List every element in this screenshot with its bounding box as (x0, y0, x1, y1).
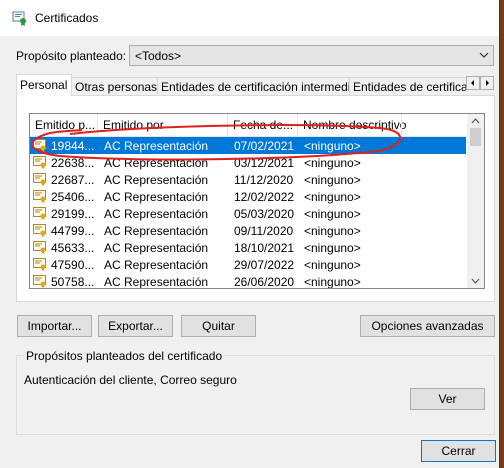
certificate-icon (33, 190, 46, 203)
window-title: Certificados (35, 11, 99, 25)
table-row[interactable]: 22687... AC Representación 11/12/2020 <ning… (30, 171, 466, 188)
table-row[interactable]: 29199... AC Representación 05/03/2020 <ning… (30, 205, 466, 222)
cell-issued-by: AC Representación (104, 139, 209, 153)
table-row[interactable]: 22638... AC Representación 03/12/2021 <ning… (30, 154, 466, 171)
cell-expiration-date: 05/03/2020 (234, 207, 295, 221)
cell-expiration-date: 09/11/2020 (234, 224, 294, 238)
cell-issued-to: 22638... (51, 156, 95, 170)
cell-issued-by: AC Representación (104, 275, 209, 289)
column-expiration-date[interactable]: Fecha de... (233, 118, 293, 132)
scroll-up-icon (471, 118, 480, 124)
view-button[interactable]: Ver (410, 388, 485, 410)
title-bar: Certificados (0, 0, 499, 36)
column-issued-by[interactable]: Emitido por (103, 118, 164, 132)
tab-root-cas[interactable]: Entidades de certificación raíz (349, 77, 466, 96)
certificate-icon (33, 275, 46, 288)
export-button[interactable]: Exportar... (98, 315, 173, 337)
advanced-options-button[interactable]: Opciones avanzadas (360, 315, 495, 337)
arrow-left-icon (471, 80, 474, 86)
cell-friendly-name: <ninguno> (304, 258, 361, 272)
cell-issued-to: 19844... (51, 139, 95, 153)
cell-issued-to: 29199... (51, 207, 95, 221)
cell-expiration-date: 26/06/2020 (234, 275, 295, 289)
column-friendly-name[interactable]: Nombre descriptivo (303, 118, 406, 132)
cell-issued-by: AC Representación (104, 173, 209, 187)
table-row[interactable]: 25406... AC Representación 12/02/2022 <ning… (30, 188, 466, 205)
cell-friendly-name: <ninguno> (304, 241, 361, 255)
cell-expiration-date: 07/02/2021 (234, 139, 295, 153)
tab-strip: Personal Otras personas Entidades de cer… (16, 74, 466, 96)
cell-friendly-name: <ninguno> (304, 190, 361, 204)
scrollbar-thumb[interactable] (470, 128, 481, 146)
remove-button[interactable]: Quitar (181, 315, 256, 337)
certificates-window: Certificados Propósito planteado: <Todos… (0, 0, 500, 468)
cell-issued-to: 50758... (51, 275, 95, 289)
table-row[interactable]: 47590... AC Representación 29/07/2022 <ning… (30, 256, 466, 273)
cell-issued-by: AC Representación (104, 207, 209, 221)
table-row[interactable]: 50758... AC Representación 26/06/2020 <ning… (30, 273, 466, 289)
cell-expiration-date: 12/02/2022 (234, 190, 295, 204)
chevron-down-icon (479, 52, 489, 58)
tab-personal[interactable]: Personal (16, 74, 72, 96)
arrow-right-icon (486, 80, 489, 86)
certificate-list[interactable]: Emitido p... Emitido por Fecha de... Nom… (29, 113, 485, 289)
import-button[interactable]: Importar... (17, 315, 92, 337)
cell-expiration-date: 03/12/2021 (234, 156, 295, 170)
certificate-icon (33, 207, 46, 220)
scroll-down-icon (471, 278, 480, 284)
cell-friendly-name: <ninguno> (304, 275, 361, 289)
cell-issued-to: 44799... (51, 224, 95, 238)
cell-issued-to: 47590... (51, 258, 95, 272)
cell-expiration-date: 29/07/2022 (234, 258, 295, 272)
cell-friendly-name: <ninguno> (304, 173, 361, 187)
cell-issued-to: 22687... (51, 173, 95, 187)
table-row[interactable]: 45633... AC Representación 18/10/2021 <ning… (30, 239, 466, 256)
column-issued-to[interactable]: Emitido p... (35, 118, 95, 132)
cell-friendly-name: <ninguno> (304, 224, 361, 238)
cell-issued-by: AC Representación (104, 258, 209, 272)
purpose-label: Propósito planteado: (16, 49, 127, 63)
cell-issued-to: 25406... (51, 190, 95, 204)
certificate-purposes-title: Propósitos planteados del certificado (24, 349, 225, 363)
cell-issued-to: 45633... (51, 241, 95, 255)
cell-expiration-date: 18/10/2021 (234, 241, 295, 255)
certificate-icon (33, 173, 46, 186)
purpose-dropdown[interactable]: <Todos> (129, 45, 494, 66)
tab-intermediate-cas[interactable]: Entidades de certificación intermedias (157, 77, 363, 96)
certificate-icon (33, 139, 46, 152)
cell-issued-by: AC Representación (104, 241, 209, 255)
cell-issued-by: AC Representación (104, 224, 209, 238)
certificate-icon (33, 241, 46, 254)
certificate-icon (33, 156, 46, 169)
cell-friendly-name: <ninguno> (304, 207, 361, 221)
list-scrollbar[interactable] (467, 114, 484, 288)
close-button[interactable]: Cerrar (421, 440, 496, 462)
cell-expiration-date: 11/12/2020 (234, 173, 294, 187)
table-row[interactable]: 44799... AC Representación 09/11/2020 <ning… (30, 222, 466, 239)
cell-issued-by: AC Representación (104, 190, 209, 204)
table-row[interactable]: 19844... AC Representación 07/02/2021 <ning… (30, 137, 466, 154)
cell-issued-by: AC Representación (104, 156, 209, 170)
cell-friendly-name: <ninguno> (304, 156, 361, 170)
tab-scroll-right-button[interactable] (480, 76, 494, 90)
certificate-icon (33, 224, 46, 237)
certificate-purposes-value: Autenticación del cliente, Correo seguro (24, 373, 237, 387)
cell-friendly-name: <ninguno> (304, 139, 361, 153)
list-header: Emitido p... Emitido por Fecha de... Nom… (30, 114, 484, 137)
certificate-icon (33, 258, 46, 271)
tab-scroll-left-button[interactable] (466, 76, 480, 90)
purpose-dropdown-value: <Todos> (135, 49, 182, 63)
certificate-manager-icon (12, 11, 26, 26)
tab-other-people[interactable]: Otras personas (71, 77, 158, 96)
